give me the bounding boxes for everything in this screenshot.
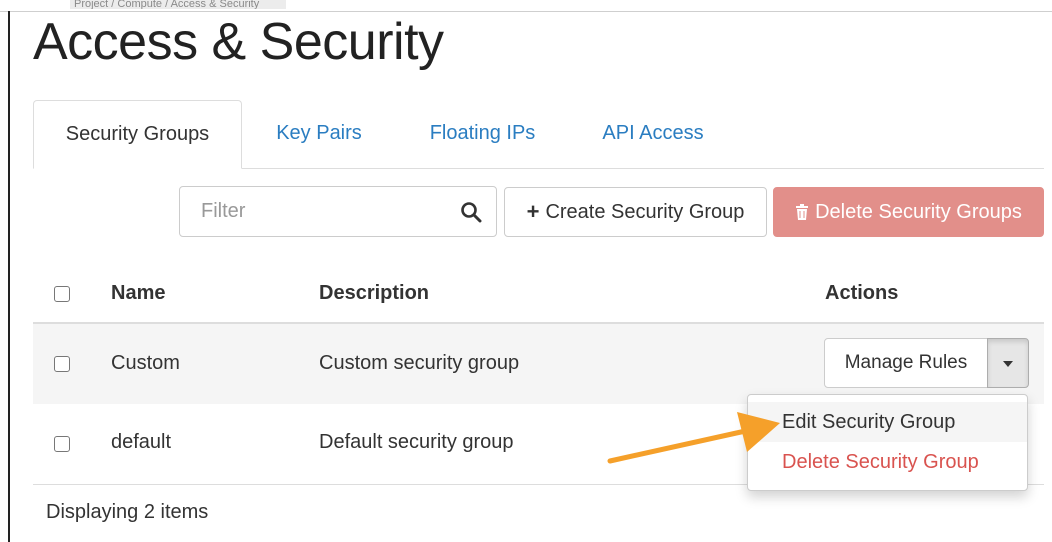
plus-icon: + <box>526 199 540 224</box>
table-footer-count: Displaying 2 items <box>46 501 209 523</box>
select-all-checkbox[interactable] <box>54 286 70 302</box>
actions-dropdown-toggle[interactable] <box>987 338 1029 388</box>
tab-floating-ips[interactable]: Floating IPs <box>409 100 556 168</box>
tab-key-pairs[interactable]: Key Pairs <box>255 100 383 168</box>
left-border <box>8 11 10 542</box>
row-description: Custom security group <box>319 352 520 374</box>
caret-down-icon <box>1003 361 1013 367</box>
row-name: Custom <box>111 352 180 374</box>
page-title: Access & Security <box>33 13 444 71</box>
create-security-group-button[interactable]: + Create Security Group <box>504 187 767 237</box>
column-header-actions: Actions <box>825 282 899 304</box>
breadcrumb: Project / Compute / Access & Security <box>70 0 286 9</box>
row-actions-split-button: Manage Rules <box>824 338 1029 388</box>
row-checkbox[interactable] <box>54 356 70 372</box>
row-checkbox[interactable] <box>54 436 70 452</box>
delete-security-groups-button[interactable]: Delete Security Groups <box>773 187 1044 237</box>
trash-icon <box>796 204 809 220</box>
tab-bar: Security Groups Key Pairs Floating IPs A… <box>33 100 1044 169</box>
delete-security-groups-label: Delete Security Groups <box>815 200 1022 223</box>
column-header-name[interactable]: Name <box>111 282 165 305</box>
filter-input[interactable] <box>180 187 450 236</box>
column-header-description[interactable]: Description <box>319 282 429 305</box>
row-description: Default security group <box>319 431 514 453</box>
manage-rules-button[interactable]: Manage Rules <box>824 338 988 388</box>
tab-api-access[interactable]: API Access <box>586 100 720 168</box>
create-security-group-label: Create Security Group <box>545 200 745 223</box>
search-icon[interactable] <box>460 201 482 223</box>
annotation-arrow <box>607 412 780 464</box>
tab-security-groups[interactable]: Security Groups <box>33 100 242 169</box>
row-name: default <box>111 431 172 453</box>
filter-field <box>179 186 497 237</box>
